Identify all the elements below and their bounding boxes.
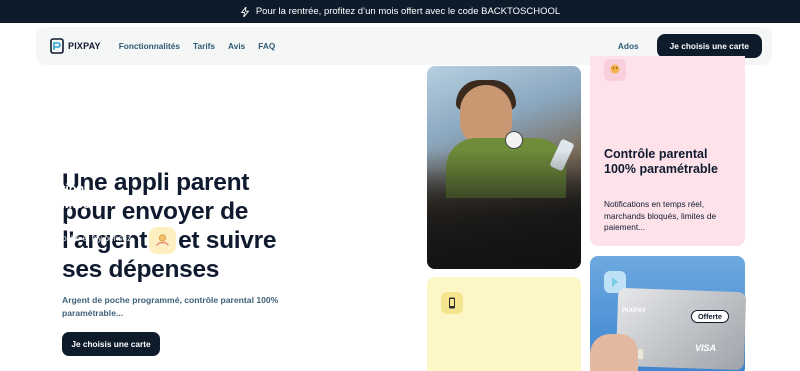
lightning-icon: [240, 6, 249, 17]
distribution-desc: Programmez la distribution d'argent de p…: [14, 221, 132, 254]
soccer-ball-decoration: [505, 131, 523, 149]
visa-logo: VISA: [695, 343, 717, 353]
logo-text: PIXPAY: [68, 41, 101, 51]
nav-link-avis[interactable]: Avis: [228, 41, 245, 51]
nav-link-ados[interactable]: Ados: [618, 41, 639, 51]
nav-link-tarifs[interactable]: Tarifs: [193, 41, 215, 51]
promo-text: Pour la rentrée, profitez d’un mois offe…: [255, 6, 561, 17]
pixpay-logo[interactable]: PIXPAY: [50, 38, 101, 54]
nav-links: Fonctionnalités Tarifs Avis FAQ: [119, 41, 276, 51]
distribution-title: Distribution programmée: [14, 182, 90, 211]
hand-holding-card: [590, 334, 638, 371]
controle-title: Contrôle parental 100% paramétrable: [604, 147, 718, 176]
controle-icon: [604, 59, 626, 81]
bank-card-brand: PIXPAY: [622, 307, 647, 314]
hero-subtitle: Argent de poche programmé, contrôle pare…: [62, 295, 279, 318]
hero-cta-button[interactable]: Je choisis une carte: [62, 332, 160, 356]
nav-link-faq[interactable]: FAQ: [258, 41, 275, 51]
kid-photo-face: [460, 85, 512, 145]
photo-text-shade: [427, 150, 581, 269]
pixpay-logo-icon: [50, 38, 64, 54]
nav-cta-button[interactable]: Je choisis une carte: [656, 34, 762, 58]
promo-banner: Pour la rentrée, profitez d’un mois offe…: [0, 0, 800, 23]
offerte-badge: Offerte: [691, 310, 729, 323]
controle-desc: Notifications en temps réel, marchands b…: [604, 199, 717, 232]
hero-title-word-suivre: et suivre: [178, 227, 277, 254]
money-hand-icon: [149, 227, 177, 254]
phone-icon: [441, 292, 463, 314]
nav-link-fonctionnalites[interactable]: Fonctionnalités: [119, 41, 180, 51]
hero-title-line-4: ses dépenses: [62, 256, 220, 283]
